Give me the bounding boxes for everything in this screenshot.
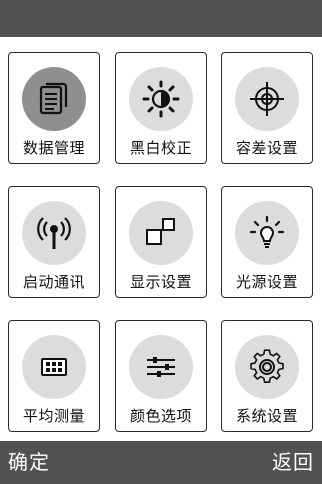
tile-light-source-settings[interactable]: 光源设置 <box>221 186 313 298</box>
display-squares-icon <box>129 201 193 265</box>
confirm-button[interactable]: 确定 <box>8 441 50 484</box>
tile-average-measurement[interactable]: 平均测量 <box>8 320 100 432</box>
crosshair-icon <box>235 67 299 131</box>
keypad-grid-icon <box>22 335 86 399</box>
tile-label: 数据管理 <box>22 139 85 157</box>
tile-start-communication[interactable]: 启动通讯 <box>8 186 100 298</box>
sliders-icon <box>129 335 193 399</box>
tile-system-settings[interactable]: 系统设置 <box>221 320 313 432</box>
light-bulb-icon <box>235 201 299 265</box>
bottom-action-bar: 确定 返回 <box>0 441 322 484</box>
tile-tolerance-settings[interactable]: 容差设置 <box>221 52 313 164</box>
tile-label: 光源设置 <box>235 273 298 291</box>
tile-label: 系统设置 <box>235 407 298 425</box>
brightness-icon <box>129 67 193 131</box>
tile-data-management[interactable]: 数据管理 <box>8 52 100 164</box>
tile-display-settings[interactable]: 显示设置 <box>115 186 207 298</box>
document-icon <box>22 67 86 131</box>
back-button[interactable]: 返回 <box>272 441 314 484</box>
gear-icon <box>235 335 299 399</box>
signal-antenna-icon <box>22 201 86 265</box>
tile-label: 显示设置 <box>129 273 192 291</box>
top-status-bar <box>0 0 322 37</box>
tile-label: 平均测量 <box>22 407 85 425</box>
tile-color-options[interactable]: 颜色选项 <box>115 320 207 432</box>
tile-label: 容差设置 <box>235 139 298 157</box>
tile-label: 启动通讯 <box>22 273 85 291</box>
tile-label: 黑白校正 <box>129 139 192 157</box>
tile-label: 颜色选项 <box>129 407 192 425</box>
tile-black-white-calibration[interactable]: 黑白校正 <box>115 52 207 164</box>
